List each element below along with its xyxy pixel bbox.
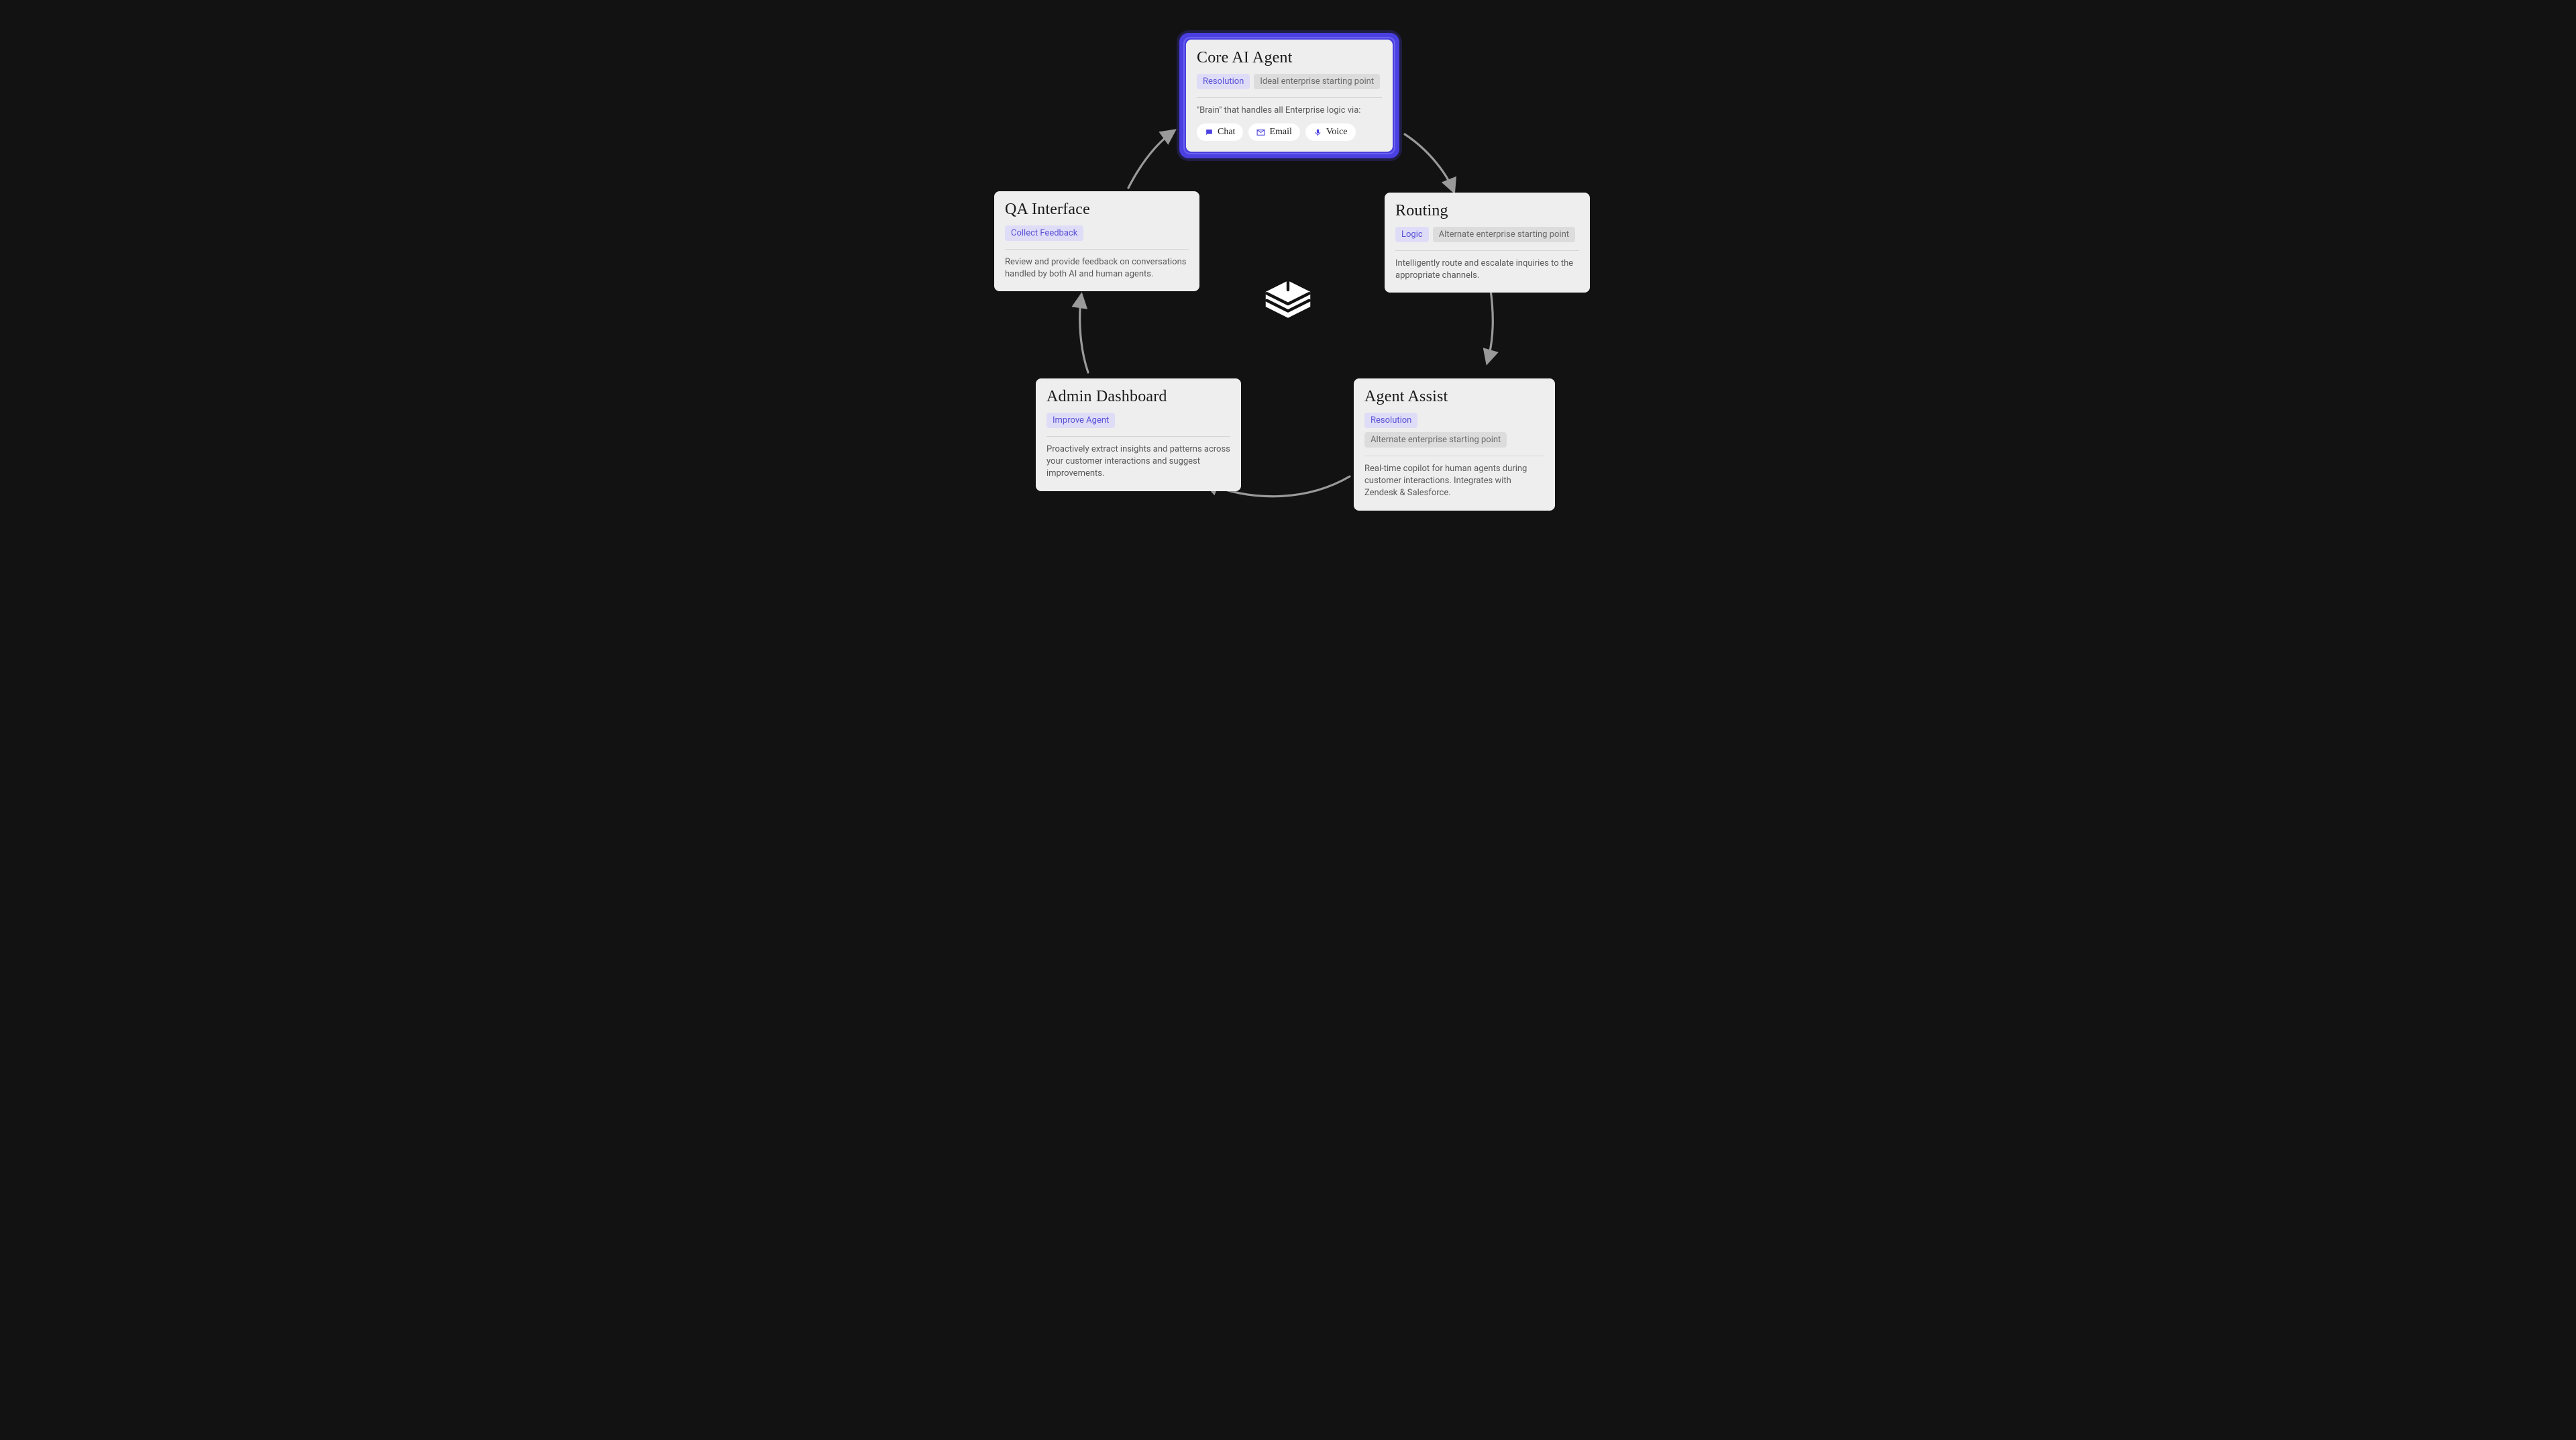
- divider: [1395, 250, 1579, 251]
- card-description: Intelligently route and escalate inquiri…: [1395, 258, 1579, 282]
- mic-icon: [1313, 128, 1322, 137]
- node-agent-assist: Agent Assist Resolution Alternate enterp…: [1354, 378, 1555, 511]
- card-description: Proactively extract insights and pattern…: [1046, 444, 1230, 480]
- card-description: Review and provide feedback on conversat…: [1005, 256, 1189, 280]
- tag-logic: Logic: [1395, 227, 1429, 242]
- card-description: Real-time copilot for human agents durin…: [1364, 463, 1544, 500]
- node-qa-interface: QA Interface Collect Feedback Review and…: [994, 191, 1199, 291]
- card-title: Admin Dashboard: [1046, 388, 1230, 406]
- divider: [1005, 249, 1189, 250]
- node-routing: Routing Logic Alternate enterprise start…: [1385, 193, 1590, 293]
- card-title: Routing: [1395, 202, 1579, 220]
- diagram-stage: Core AI Agent Resolution Ideal enterpris…: [800, 0, 1776, 548]
- tag-starting-point: Alternate enterprise starting point: [1433, 227, 1575, 242]
- tag-resolution: Resolution: [1197, 74, 1250, 89]
- divider: [1197, 97, 1382, 98]
- card-description: "Brain" that handles all Enterprise logi…: [1197, 105, 1382, 117]
- tag-improve-agent: Improve Agent: [1046, 413, 1115, 428]
- tag-starting-point: Alternate enterprise starting point: [1364, 432, 1507, 448]
- card-title: QA Interface: [1005, 201, 1189, 219]
- channel-chip-chat: Chat: [1197, 123, 1243, 141]
- chip-label: Chat: [1218, 127, 1235, 138]
- card-title: Agent Assist: [1364, 388, 1544, 406]
- channel-chip-email: Email: [1248, 123, 1299, 141]
- chip-label: Email: [1269, 127, 1291, 138]
- chat-icon: [1205, 128, 1214, 137]
- channel-chip-voice: Voice: [1305, 123, 1356, 141]
- card-title: Core AI Agent: [1197, 49, 1382, 67]
- node-core-ai-agent: Core AI Agent Resolution Ideal enterpris…: [1179, 33, 1399, 158]
- brand-logo-icon: [1258, 276, 1318, 323]
- tag-collect-feedback: Collect Feedback: [1005, 225, 1083, 241]
- email-icon: [1256, 128, 1265, 137]
- node-admin-dashboard: Admin Dashboard Improve Agent Proactivel…: [1036, 378, 1241, 491]
- divider: [1046, 436, 1230, 437]
- tag-resolution: Resolution: [1364, 413, 1417, 428]
- chip-label: Voice: [1326, 127, 1348, 138]
- tag-starting-point: Ideal enterprise starting point: [1254, 74, 1380, 89]
